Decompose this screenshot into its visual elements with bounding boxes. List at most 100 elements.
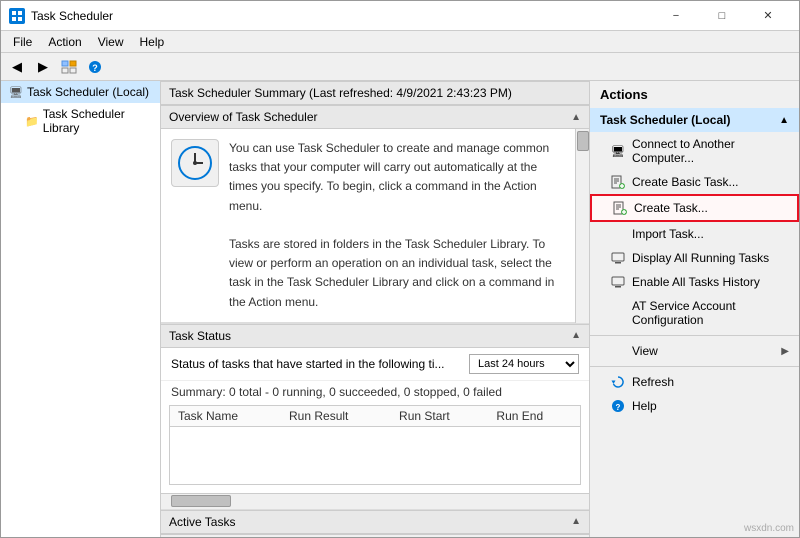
enable-history-icon [610,275,626,289]
at-service-icon [610,306,626,320]
toolbar: ◀ ▶ ? [1,53,799,81]
connect-icon: 🖥 [610,144,626,158]
action-connect[interactable]: 🖥 Connect to Another Computer... [590,132,799,170]
overview-header-text: Overview of Task Scheduler [169,110,318,124]
summary-header: Task Scheduler Summary (Last refreshed: … [161,81,589,105]
tree-library-label: Task Scheduler Library [43,107,152,135]
main-window: Task Scheduler − □ ✕ File Action View He… [0,0,800,538]
action-display-running[interactable]: Display All Running Tasks [590,246,799,270]
overview-text: You can use Task Scheduler to create and… [229,139,555,312]
action-create-basic[interactable]: Create Basic Task... [590,170,799,194]
help-icon: ? [610,399,626,413]
action-enable-history-label: Enable All Tasks History [632,275,760,289]
horizontal-scrollbar[interactable] [161,493,589,509]
forward-button[interactable]: ▶ [31,56,55,78]
display-running-icon [610,251,626,265]
menu-help[interactable]: Help [132,33,173,51]
task-status-collapse-icon: ▲ [571,330,581,341]
active-tasks-collapse-icon: ▲ [571,516,581,527]
menu-file[interactable]: File [5,33,40,51]
action-connect-label: Connect to Another Computer... [632,137,789,165]
filter-dropdown[interactable]: Last 24 hours Last hour Last 7 days Last… [469,354,579,374]
action-enable-history[interactable]: Enable All Tasks History [590,270,799,294]
tree-item-local[interactable]: 🖥 Task Scheduler (Local) [1,81,160,103]
create-basic-icon [610,175,626,189]
view-icon [610,344,626,358]
overview-scrollbar[interactable] [575,129,589,323]
window-controls: − □ ✕ [653,1,791,31]
task-status-filter: Status of tasks that have started in the… [161,348,589,381]
h-scroll-thumb [171,495,231,507]
maximize-button[interactable]: □ [699,1,745,31]
view-button[interactable] [57,56,81,78]
action-refresh-label: Refresh [632,375,674,389]
tree-local-label: Task Scheduler (Local) [27,85,149,99]
action-at-service[interactable]: AT Service Account Configuration [590,294,799,332]
close-button[interactable]: ✕ [745,1,791,31]
actions-subheader[interactable]: Task Scheduler (Local) ▲ [590,108,799,132]
app-icon [9,8,25,24]
refresh-icon [610,375,626,389]
overview-para2: Tasks are stored in folders in the Task … [229,237,554,309]
col-run-start: Run Start [391,406,488,427]
summary-header-text: Task Scheduler Summary (Last refreshed: … [169,86,512,100]
col-task-name: Task Name [170,406,281,427]
help-toolbar-button[interactable]: ? [83,56,107,78]
overview-scroll-thumb [577,131,589,151]
title-bar: Task Scheduler − □ ✕ [1,1,799,31]
center-panel: Task Scheduler Summary (Last refreshed: … [161,81,589,537]
actions-header: Actions [590,81,799,108]
action-help-label: Help [632,399,657,413]
active-tasks-header-text: Active Tasks [169,515,235,529]
actions-subheader-arrow: ▲ [779,115,789,126]
task-table: Task Name Run Result Run Start Run End [170,406,580,427]
filter-label: Status of tasks that have started in the… [171,357,461,371]
overview-header[interactable]: Overview of Task Scheduler ▲ [161,105,589,129]
menu-action[interactable]: Action [40,33,89,51]
action-refresh[interactable]: Refresh [590,370,799,394]
back-button[interactable]: ◀ [5,56,29,78]
action-import[interactable]: Import Task... [590,222,799,246]
computer-icon: 🖥 [9,86,23,99]
menu-bar: File Action View Help [1,31,799,53]
active-tasks-header[interactable]: Active Tasks ▲ [161,510,589,534]
import-icon [610,227,626,241]
clock-icon [171,139,219,187]
minimize-button[interactable]: − [653,1,699,31]
action-help[interactable]: ? Help [590,394,799,418]
create-task-icon [612,201,628,215]
watermark: wsxdn.com [744,523,794,534]
task-status-header-text: Task Status [169,329,231,343]
main-content: 🖥 Task Scheduler (Local) 📁 Task Schedule… [1,81,799,537]
right-panel: Actions Task Scheduler (Local) ▲ 🖥 Conne… [589,81,799,537]
action-view[interactable]: View ▶ [590,339,799,363]
svg-text:?: ? [616,403,621,412]
overview-para1: You can use Task Scheduler to create and… [229,141,549,213]
actions-subheader-text: Task Scheduler (Local) [600,113,730,127]
action-create-task-label: Create Task... [634,201,708,215]
bottom-bar: Last refreshed at 4/9/2021 2:43:23 PM Re… [161,534,589,537]
folder-icon: 📁 [25,115,39,128]
active-tasks-section: Active Tasks ▲ [161,510,589,534]
action-create-task[interactable]: Create Task... [590,194,799,222]
task-status-header[interactable]: Task Status ▲ [161,324,589,348]
menu-view[interactable]: View [90,33,132,51]
overview-collapse-icon: ▲ [571,112,581,123]
task-table-container: Task Name Run Result Run Start Run End [169,405,581,485]
action-separator-1 [590,335,799,336]
action-create-basic-label: Create Basic Task... [632,175,739,189]
col-run-result: Run Result [281,406,391,427]
view-arrow-icon: ▶ [781,346,789,357]
action-separator-2 [590,366,799,367]
action-at-service-label: AT Service Account Configuration [632,299,789,327]
action-display-running-label: Display All Running Tasks [632,251,769,265]
window-title: Task Scheduler [31,9,653,23]
col-run-end: Run End [488,406,580,427]
action-view-label: View [632,344,658,358]
overview-section: You can use Task Scheduler to create and… [161,129,575,323]
action-import-label: Import Task... [632,227,704,241]
left-panel: 🖥 Task Scheduler (Local) 📁 Task Schedule… [1,81,161,537]
task-status-section: Task Status ▲ Status of tasks that have … [161,324,589,510]
tree-item-library[interactable]: 📁 Task Scheduler Library [1,103,160,139]
svg-text:?: ? [92,63,98,73]
